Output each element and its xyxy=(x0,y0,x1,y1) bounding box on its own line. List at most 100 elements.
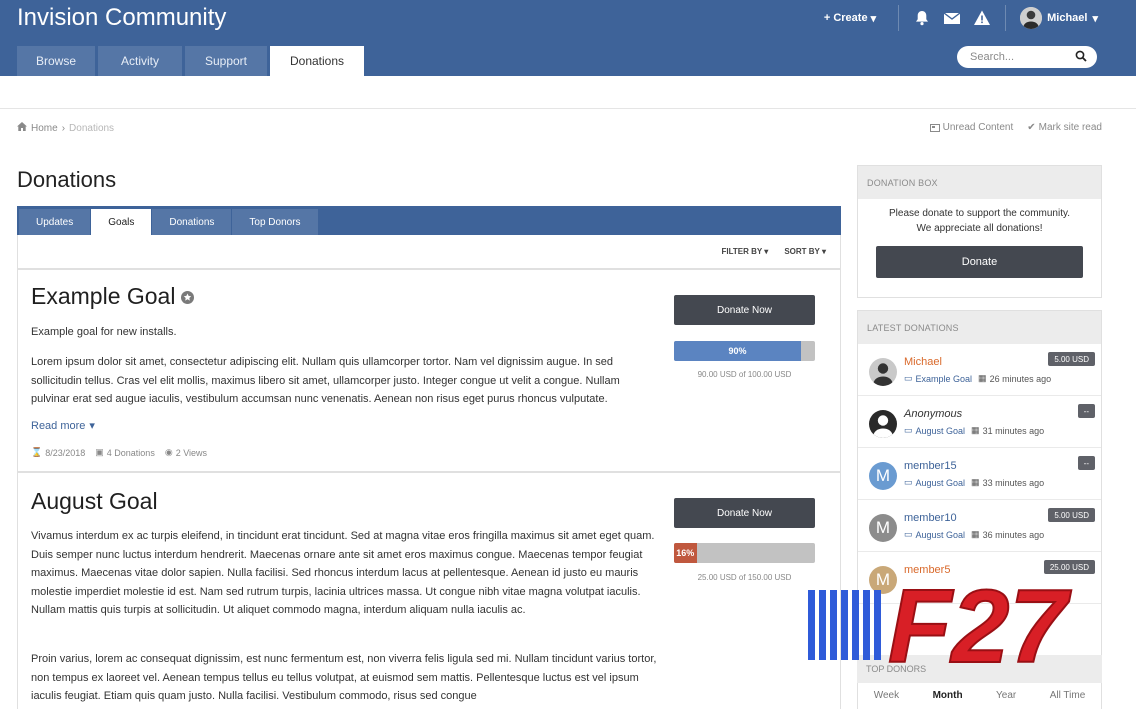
donate-now-button[interactable]: Donate Now xyxy=(674,295,815,325)
warning-icon[interactable] xyxy=(973,9,991,27)
watermark-text: F27 xyxy=(888,578,1071,670)
tab-goals[interactable]: Goals xyxy=(91,209,152,235)
breadcrumb: Home › Donations xyxy=(17,122,114,134)
envelope-icon[interactable] xyxy=(943,9,961,27)
user-menu[interactable]: Michael ▾ xyxy=(1020,7,1098,29)
divider xyxy=(1005,5,1007,31)
unread-content-link[interactable]: Unread Content xyxy=(929,122,1014,133)
avatar[interactable]: M xyxy=(869,462,897,490)
donation-goal-link[interactable]: ▭ Example Goal xyxy=(904,373,972,384)
page-title: Donations xyxy=(17,167,117,192)
goal-link-text: Example Goal xyxy=(915,373,973,384)
avatar[interactable] xyxy=(869,410,897,438)
goal-progress-bar: 90% xyxy=(674,341,815,361)
read-more-link[interactable]: Read more ▾ xyxy=(31,419,95,433)
donation-message-line: We appreciate all donations! xyxy=(916,223,1043,234)
chevron-right-icon: › xyxy=(61,122,66,134)
donation-time: ▦ 36 minutes ago xyxy=(971,529,1044,540)
nav-activity[interactable]: Activity xyxy=(98,46,182,76)
goal-title-text[interactable]: Example Goal xyxy=(31,283,175,310)
mark-site-read-link[interactable]: ✔ Mark site read xyxy=(1027,122,1102,133)
goal-description: Vivamus interdum ex ac turpis eleifend, … xyxy=(31,530,655,616)
amount-badge: 25.00 USD xyxy=(1043,560,1095,574)
goal-link-text: August Goal xyxy=(915,477,966,488)
tab-week[interactable]: Week xyxy=(874,690,899,701)
eye-icon: ◉ xyxy=(164,447,173,457)
newspaper-icon xyxy=(929,123,940,132)
sort-by-menu[interactable]: SORT BY ▾ xyxy=(784,247,826,256)
donation-box-widget: DONATION BOX Please donate to support th… xyxy=(857,165,1102,298)
tab-updates[interactable]: Updates xyxy=(19,209,91,235)
goal-date: ⌛ 8/23/2018 xyxy=(31,447,85,458)
donation-message-line: Please donate to support the community. xyxy=(888,208,1071,219)
battery-icon: ▭ xyxy=(904,529,913,539)
search-icon[interactable] xyxy=(1075,50,1087,65)
breadcrumb-actions: Unread Content ✔ Mark site read xyxy=(929,122,1102,133)
donation-box-message: Please donate to support the community. … xyxy=(858,206,1101,236)
site-title[interactable]: Invision Community xyxy=(17,4,226,32)
home-icon xyxy=(17,122,27,134)
avatar-initial: M xyxy=(875,466,891,485)
donor-name[interactable]: member5 xyxy=(904,564,950,576)
avatar[interactable] xyxy=(869,358,897,386)
donation-info: ▭ August Goal ▦ 31 minutes ago xyxy=(904,425,1044,436)
tab-top-donors[interactable]: Top Donors xyxy=(232,209,318,235)
tab-all-time[interactable]: All Time xyxy=(1050,690,1086,701)
calendar-icon: ▦ xyxy=(971,529,980,539)
tab-month[interactable]: Month xyxy=(933,690,963,701)
nav-donations[interactable]: Donations xyxy=(270,46,364,76)
goal-views-text: 2 Views xyxy=(175,447,208,458)
nav-browse[interactable]: Browse xyxy=(17,46,95,76)
search-placeholder: Search... xyxy=(970,51,1015,63)
mark-site-read-label: Mark site read xyxy=(1038,122,1102,133)
donation-time: ▦ 33 minutes ago xyxy=(971,477,1044,488)
star-badge-icon xyxy=(181,283,195,310)
bell-icon[interactable] xyxy=(913,9,931,27)
tab-donations[interactable]: Donations xyxy=(152,209,232,235)
goal-progress-label: 16% xyxy=(676,548,695,558)
goal-title: August Goal xyxy=(31,488,158,515)
avatar xyxy=(1020,7,1043,29)
time-text: 33 minutes ago xyxy=(982,477,1045,488)
donor-name[interactable]: Anonymous xyxy=(904,408,962,420)
donation-info: ▭ Example Goal ▦ 26 minutes ago xyxy=(904,373,1051,384)
main-nav: Browse Activity Support Donations xyxy=(17,46,364,76)
goal-donation-count: ▣ 4 Donations xyxy=(95,447,155,458)
donation-goal-link[interactable]: ▭ August Goal xyxy=(904,477,965,488)
goal-donations-text: 4 Donations xyxy=(106,447,155,458)
donor-name[interactable]: Michael xyxy=(904,356,942,368)
donor-name[interactable]: member15 xyxy=(904,460,957,472)
goal-progress-fill: 90% xyxy=(674,341,801,361)
donor-name[interactable]: member10 xyxy=(904,512,957,524)
donate-button[interactable]: Donate xyxy=(876,246,1083,278)
caret-down-icon: ▾ xyxy=(89,420,95,432)
filter-by-menu[interactable]: FILTER BY ▾ xyxy=(721,247,768,256)
breadcrumb-home[interactable]: Home xyxy=(31,123,58,134)
sub-header-bar xyxy=(0,76,1136,109)
tab-year[interactable]: Year xyxy=(996,690,1016,701)
calendar-icon: ▦ xyxy=(971,477,980,487)
goal-link-text: August Goal xyxy=(915,425,966,436)
goal-description-2: Proin varius, lorem ac consequat digniss… xyxy=(31,653,657,702)
create-label: Create xyxy=(833,12,868,24)
user-name: Michael xyxy=(1047,12,1088,24)
donation-goal-link[interactable]: ▭ August Goal xyxy=(904,529,965,540)
top-donors-tabs: Week Month Year All Time xyxy=(857,690,1102,701)
check-icon: ✔ xyxy=(1027,122,1036,133)
filter-bar: FILTER BY ▾ SORT BY ▾ xyxy=(17,235,841,269)
nav-support[interactable]: Support xyxy=(185,46,267,76)
create-menu[interactable]: + Create ▾ xyxy=(824,12,876,25)
donation-goal-link[interactable]: ▭ August Goal xyxy=(904,425,965,436)
goal-progress-fill: 16% xyxy=(674,543,697,563)
f27-watermark-logo: F27 xyxy=(808,578,1072,670)
donation-info: ▭ August Goal ▦ 33 minutes ago xyxy=(904,477,1044,488)
unread-content-label: Unread Content xyxy=(942,122,1014,133)
user-silhouette-icon xyxy=(873,415,893,438)
site-header: Invision Community + Create ▾ Michael ▾ … xyxy=(0,0,1136,76)
amount-badge: 5.00 USD xyxy=(1048,352,1095,366)
avatar[interactable]: M xyxy=(869,514,897,542)
search-input[interactable]: Search... xyxy=(957,46,1097,68)
time-text: 36 minutes ago xyxy=(982,529,1045,540)
donate-now-button[interactable]: Donate Now xyxy=(674,498,815,528)
goal-title-text[interactable]: August Goal xyxy=(31,488,158,515)
